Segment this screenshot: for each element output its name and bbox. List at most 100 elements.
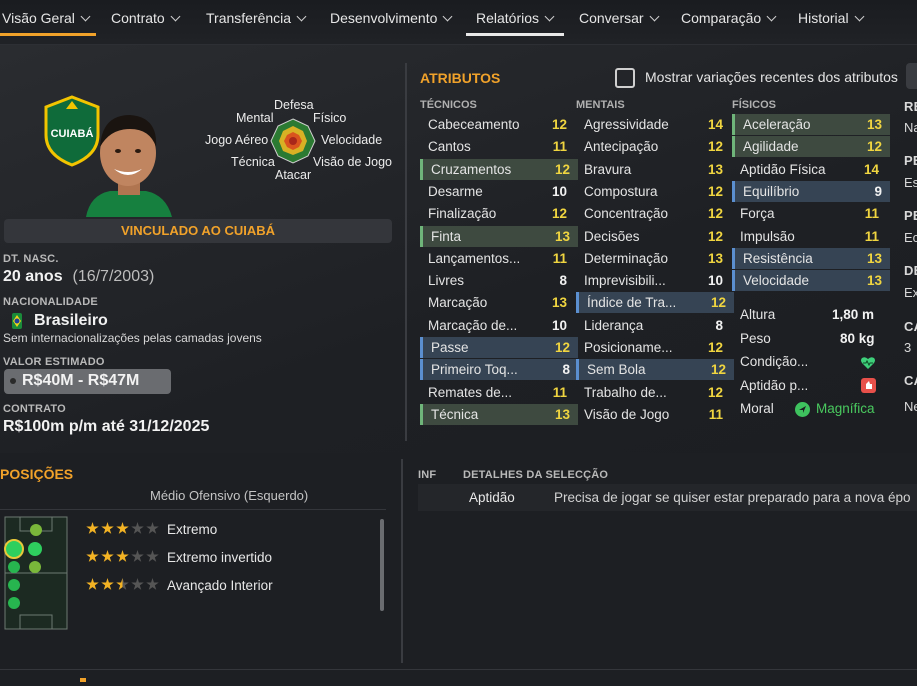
attribute-row[interactable]: Posicioname... 12 (576, 337, 731, 358)
heart-condition-icon[interactable] (860, 355, 876, 371)
attribute-row[interactable]: Cruzamentos 12 (420, 158, 578, 180)
attribute-value: 11 (864, 228, 879, 244)
attribute-row[interactable]: Visão de Jogo 11 (576, 404, 731, 425)
dob-value: (16/7/2003) (72, 268, 155, 285)
attribute-name: Cantos (428, 139, 471, 155)
attribute-row[interactable]: Aceleração 13 (732, 114, 890, 135)
show-changes-label[interactable]: Mostrar variações recentes dos atributos (645, 69, 898, 85)
tab-conversar[interactable]: Conversar (579, 10, 660, 26)
chevron-down-icon (442, 11, 453, 22)
tab-comparacao[interactable]: Comparação (681, 10, 777, 26)
attribute-row[interactable]: Finta 13 (420, 225, 578, 247)
attribute-row[interactable]: Técnica 13 (420, 403, 578, 425)
attribute-value: 12 (551, 206, 567, 222)
position-pitch (4, 516, 68, 630)
attribute-value: 12 (707, 384, 723, 400)
attribute-row[interactable]: Bravura 13 (576, 159, 731, 180)
match-fitness-icon[interactable] (861, 378, 876, 393)
attribute-name: Aptidão Física (740, 161, 826, 177)
radar-label-fisico: Físico (313, 111, 347, 125)
attribute-row[interactable]: Finalização 12 (420, 203, 575, 224)
roles-scrollbar[interactable] (380, 519, 384, 611)
attribute-row[interactable]: Antecipação 12 (576, 136, 731, 157)
star-icon (116, 522, 129, 534)
attribute-value: 11 (552, 250, 567, 266)
attribute-name: Trabalho de... (584, 384, 667, 400)
attribute-row[interactable]: Lançamentos... 11 (420, 248, 575, 269)
attribute-row[interactable]: Imprevisibili... 10 (576, 270, 731, 291)
tab-contrato[interactable]: Contrato (111, 10, 181, 26)
attribute-row[interactable]: Marcação 13 (420, 292, 575, 313)
attribute-name: Técnica (431, 406, 479, 422)
attribute-row[interactable]: Agressividade 14 (576, 114, 731, 135)
role-row[interactable]: Avançado Interior (86, 578, 273, 594)
attribute-row[interactable]: Índice de Tra... 12 (576, 292, 734, 314)
attribute-row[interactable]: Desarme 10 (420, 181, 575, 202)
tab-label: Conversar (579, 10, 644, 26)
role-row[interactable]: Extremo invertido (86, 550, 272, 566)
attribute-value: 12 (707, 183, 723, 199)
attribute-name: Cruzamentos (431, 161, 512, 177)
attribute-value: 11 (552, 139, 567, 155)
estimated-value-pill[interactable]: R$40M - R$47M (4, 369, 171, 394)
attribute-row[interactable]: Trabalho de... 12 (576, 382, 731, 403)
tab-desenvolvimento[interactable]: Desenvolvimento (330, 10, 453, 26)
attribute-row[interactable]: Primeiro Toq... 8 (420, 359, 578, 381)
attribute-row[interactable]: Sem Bola 12 (576, 359, 734, 381)
attribute-name: Força (740, 206, 775, 222)
tab-historial[interactable]: Historial (798, 10, 865, 26)
attribute-row[interactable]: Livres 8 (420, 270, 575, 291)
filter-button[interactable] (906, 63, 917, 89)
attribute-row[interactable]: Concentração 12 (576, 203, 731, 224)
match-fitness-label: Aptidão p... (740, 378, 809, 393)
attribute-row[interactable]: Compostura 12 (576, 181, 731, 202)
attribute-row[interactable]: Equilíbrio 9 (732, 180, 890, 202)
chevron-down-icon (766, 11, 777, 22)
brazil-flag-icon (8, 312, 26, 330)
star-icon (101, 578, 114, 590)
attribute-row[interactable]: Determinação 13 (576, 248, 731, 269)
attribute-name: Primeiro Toq... (431, 362, 518, 378)
attribute-row[interactable]: Marcação de... 10 (420, 315, 575, 336)
attribute-row[interactable]: Decisões 12 (576, 226, 731, 247)
attribute-row[interactable]: Velocidade 13 (732, 270, 890, 292)
role-row[interactable]: Extremo (86, 522, 217, 538)
attribute-row[interactable]: Passe 12 (420, 337, 578, 358)
star-icon (131, 578, 144, 590)
attribute-row[interactable]: Aptidão Física 14 (732, 159, 887, 180)
radar-label-defesa: Defesa (274, 98, 314, 112)
attribute-name: Cabeceamento (428, 117, 520, 132)
international-caps-note: Sem internacionalizações pelas camadas j… (3, 331, 262, 345)
attribute-row[interactable]: Cantos 11 (420, 136, 575, 157)
attribute-name: Finta (431, 228, 462, 244)
attribute-row[interactable]: Remates de... 11 (420, 382, 575, 403)
attribute-row[interactable]: Liderança 8 (576, 315, 731, 336)
attribute-value: 13 (866, 250, 882, 266)
chevron-down-icon (296, 11, 307, 22)
height-value: 1,80 m (832, 307, 875, 322)
star-icon (131, 550, 144, 562)
attribute-row[interactable]: Força 11 (732, 203, 887, 224)
tab-relatorios[interactable]: Relatórios (476, 10, 555, 26)
radar-label-tecnica: Técnica (231, 155, 275, 169)
star-icon (86, 550, 99, 562)
attribute-row[interactable]: Impulsão 11 (732, 226, 887, 247)
tab-label: Transferência (206, 10, 292, 26)
attribute-value: 9 (874, 183, 882, 199)
attribute-value: 12 (554, 340, 570, 355)
age-dob: 20 anos (16/7/2003) (3, 268, 154, 286)
show-changes-checkbox[interactable] (615, 68, 635, 88)
attribute-value: 14 (863, 161, 879, 177)
attribute-row[interactable]: Agilidade 12 (732, 136, 890, 158)
attribute-row[interactable]: Cabeceamento 12 (420, 114, 575, 135)
tab-label: Desenvolvimento (330, 10, 438, 26)
attribute-value: 13 (707, 161, 723, 177)
attribute-row[interactable]: Resistência 13 (732, 247, 890, 269)
tab-transferencia[interactable]: Transferência (206, 10, 307, 26)
main-position: Médio Ofensivo (Esquerdo) (150, 488, 309, 503)
attribute-name: Determinação (584, 250, 669, 266)
tab-visao-geral[interactable]: Visão Geral (2, 10, 91, 26)
attribute-name: Velocidade (743, 273, 810, 289)
attribute-value: 11 (864, 206, 879, 222)
role-name: Extremo invertido (167, 550, 273, 565)
